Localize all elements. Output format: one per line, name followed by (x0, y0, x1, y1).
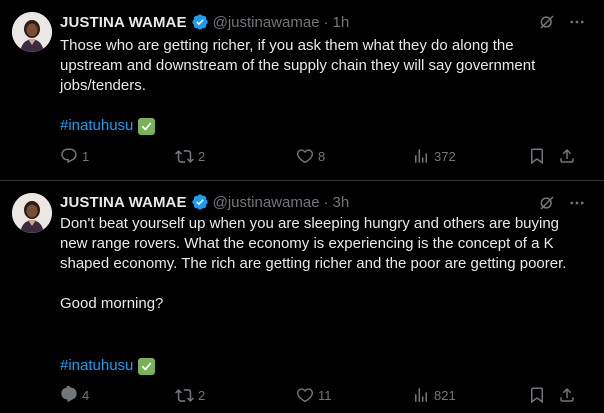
separator-dot: · (323, 13, 329, 31)
tweet-top-actions (538, 12, 586, 32)
bookmark-button[interactable] (528, 147, 550, 165)
reply-count: 1 (82, 148, 90, 164)
reply-count: 4 (82, 387, 90, 403)
author-handle[interactable]: @justinawamae (213, 14, 320, 31)
tweet[interactable]: JUSTINA WAMAE @justinawamae · 1h Those w… (0, 0, 604, 180)
repost-icon (175, 389, 194, 402)
more-options-icon[interactable] (568, 194, 586, 212)
repost-button[interactable]: 2 (175, 386, 205, 405)
views-count: 372 (434, 148, 456, 164)
like-button[interactable]: 11 (296, 386, 332, 404)
bookmark-icon (531, 387, 543, 404)
heart-icon (297, 388, 313, 403)
repost-count: 2 (198, 149, 206, 164)
verified-badge-icon (191, 14, 208, 30)
repost-button[interactable]: 2 (175, 147, 205, 166)
avatar[interactable] (12, 193, 52, 233)
tweet-actions: 4 2 11 821 (60, 386, 582, 406)
check-mark-icon (138, 117, 156, 135)
hashtag-line: #inatuhusu (60, 356, 156, 376)
tweet-paragraph: Those who are getting richer, if you ask… (60, 37, 536, 94)
tweet-header: JUSTINA WAMAE @justinawamae · 3h (60, 192, 349, 212)
like-count: 11 (318, 387, 332, 403)
share-button[interactable] (558, 147, 580, 165)
heart-icon (297, 149, 313, 164)
author-handle[interactable]: @justinawamae (213, 194, 320, 211)
more-options-icon[interactable] (568, 13, 586, 31)
verified-badge-icon (191, 194, 208, 210)
views-chart-icon (415, 149, 427, 163)
like-button[interactable]: 8 (296, 147, 325, 165)
tweet-header: JUSTINA WAMAE @justinawamae · 1h (60, 12, 349, 32)
views-button[interactable]: 372 (412, 147, 456, 165)
author-name[interactable]: JUSTINA WAMAE (60, 194, 187, 211)
bookmark-button[interactable] (528, 386, 550, 404)
bookmark-icon (531, 148, 543, 165)
tweet-text: Don't beat yourself up when you are slee… (60, 214, 580, 314)
tweet-top-actions (538, 193, 586, 213)
views-count: 821 (434, 387, 456, 403)
views-button[interactable]: 821 (412, 386, 456, 404)
repost-icon (175, 150, 194, 163)
repost-count: 2 (198, 388, 206, 403)
reply-icon (61, 148, 77, 164)
tweet-paragraph: Good morning? (60, 295, 164, 312)
timestamp[interactable]: 1h (333, 14, 350, 31)
timestamp[interactable]: 3h (333, 194, 350, 211)
reply-button[interactable]: 1 (60, 147, 89, 165)
check-mark-icon (138, 357, 156, 375)
avatar[interactable] (12, 12, 52, 52)
share-button[interactable] (558, 386, 580, 404)
grok-icon[interactable] (538, 194, 556, 212)
timeline-feed: JUSTINA WAMAE @justinawamae · 1h Those w… (0, 0, 604, 413)
like-count: 8 (318, 148, 326, 164)
hashtag-link[interactable]: #inatuhusu (60, 116, 133, 136)
grok-icon[interactable] (538, 13, 556, 31)
share-icon (560, 148, 574, 163)
tweet-paragraph: Don't beat yourself up when you are slee… (60, 215, 567, 272)
reply-button[interactable]: 4 (60, 386, 89, 404)
share-icon (560, 387, 574, 402)
separator-dot: · (323, 193, 329, 211)
author-name[interactable]: JUSTINA WAMAE (60, 14, 187, 31)
tweet-actions: 1 2 8 372 (60, 147, 582, 167)
hashtag-link[interactable]: #inatuhusu (60, 356, 133, 376)
views-chart-icon (415, 388, 427, 402)
tweet[interactable]: JUSTINA WAMAE @justinawamae · 3h Don't b… (0, 181, 604, 413)
reply-icon (61, 386, 77, 403)
tweet-text: Those who are getting richer, if you ask… (60, 36, 580, 96)
hashtag-line: #inatuhusu (60, 116, 156, 136)
